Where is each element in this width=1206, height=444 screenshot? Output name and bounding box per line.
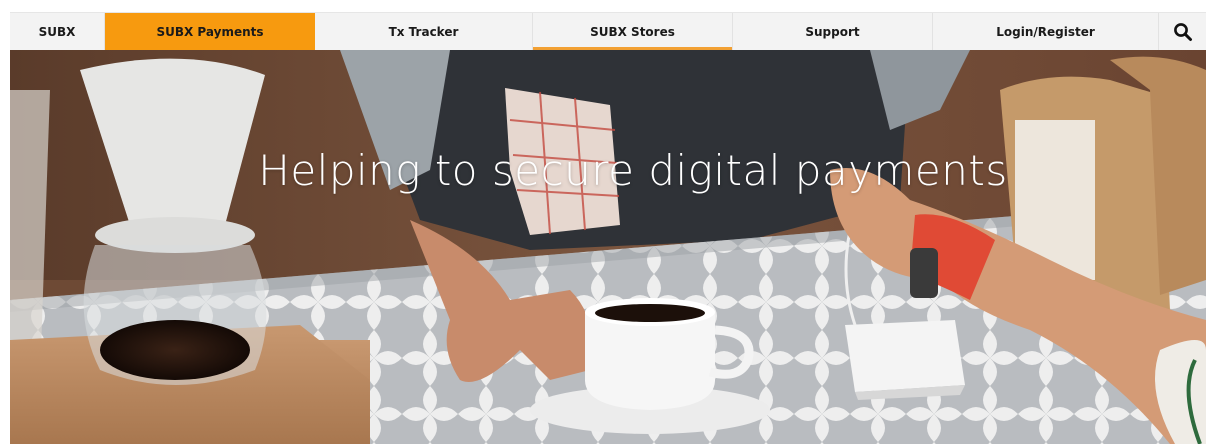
hero-title: Helping to secure digital payments	[258, 146, 1008, 195]
nav-item-label: SUBX	[38, 24, 76, 39]
nav-item-label: SUBX Payments	[156, 24, 264, 39]
nav-item-label: Login/Register	[996, 24, 1095, 39]
hero-image	[10, 50, 1206, 444]
search-icon	[1173, 22, 1192, 41]
nav-item-login-register[interactable]: Login/Register	[933, 13, 1159, 50]
nav-item-label: SUBX Stores	[590, 24, 675, 39]
hero-banner: Helping to secure digital payments	[10, 50, 1206, 444]
nav-item-subx[interactable]: SUBX	[10, 13, 105, 50]
top-navigation: SUBX SUBX Payments Tx Tracker SUBX Store…	[10, 12, 1206, 50]
nav-item-label: Support	[805, 24, 860, 39]
nav-item-subx-payments[interactable]: SUBX Payments	[105, 13, 315, 50]
nav-item-subx-stores[interactable]: SUBX Stores	[533, 13, 733, 50]
nav-item-tx-tracker[interactable]: Tx Tracker	[315, 13, 533, 50]
nav-item-support[interactable]: Support	[733, 13, 933, 50]
search-button[interactable]	[1159, 13, 1206, 50]
nav-item-label: Tx Tracker	[388, 24, 459, 39]
